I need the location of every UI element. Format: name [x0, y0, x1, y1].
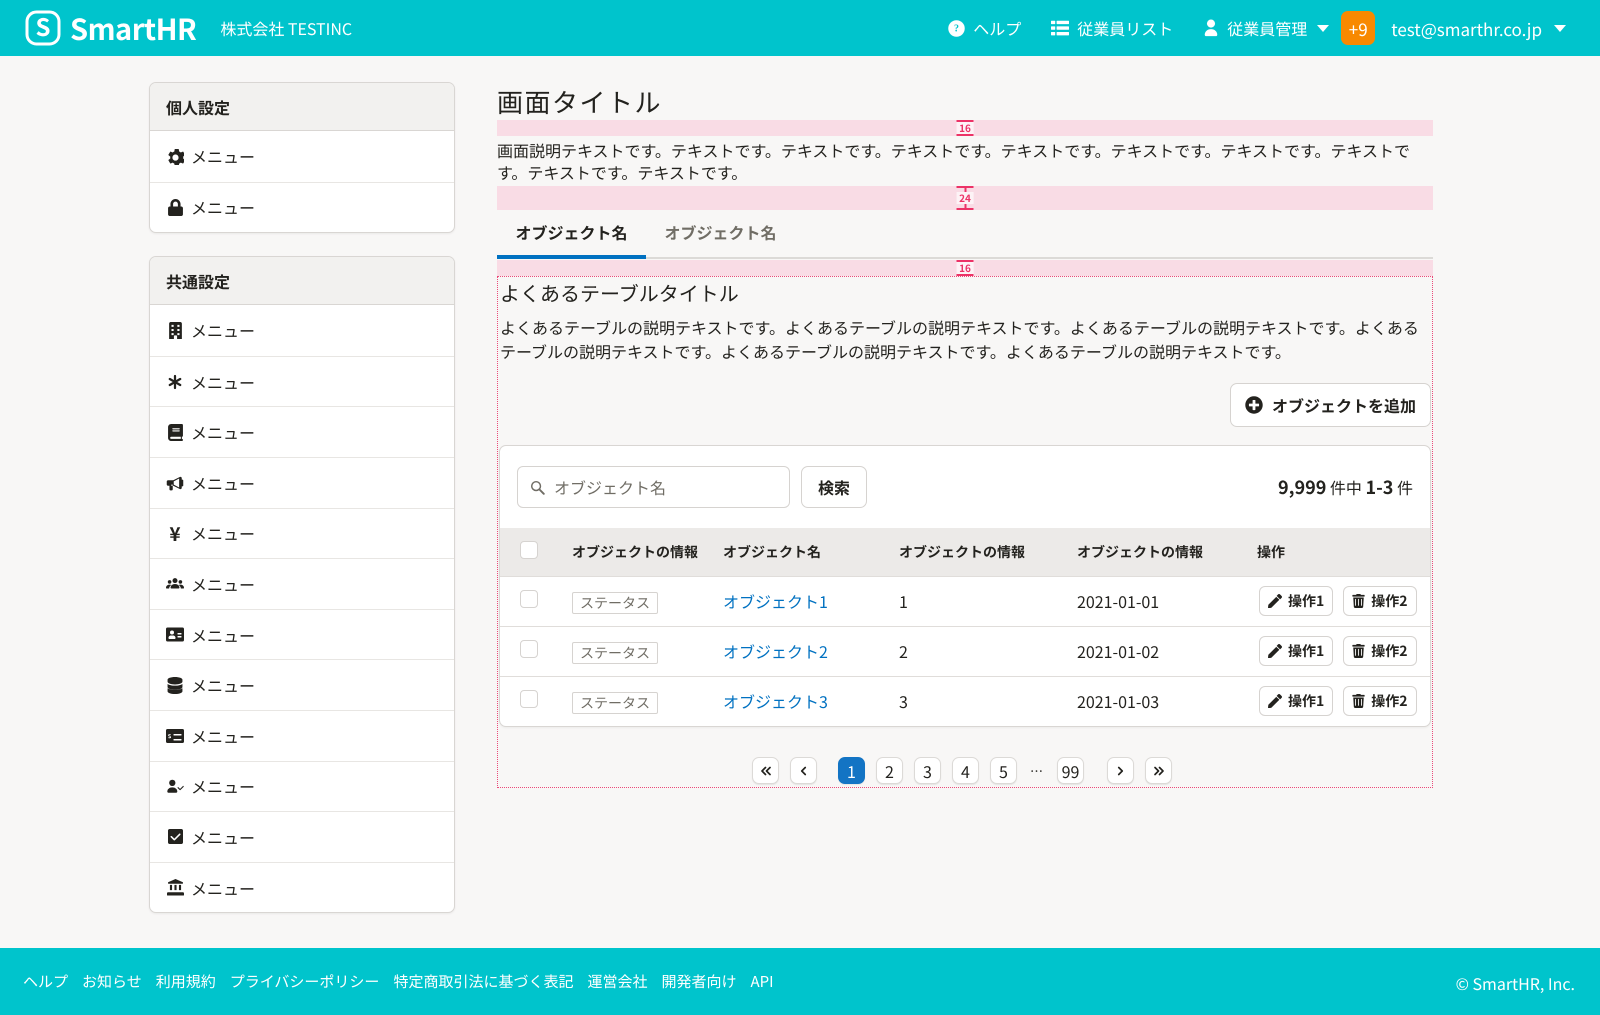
svg-text:S: S [36, 10, 51, 43]
svg-text:?: ? [954, 20, 959, 35]
